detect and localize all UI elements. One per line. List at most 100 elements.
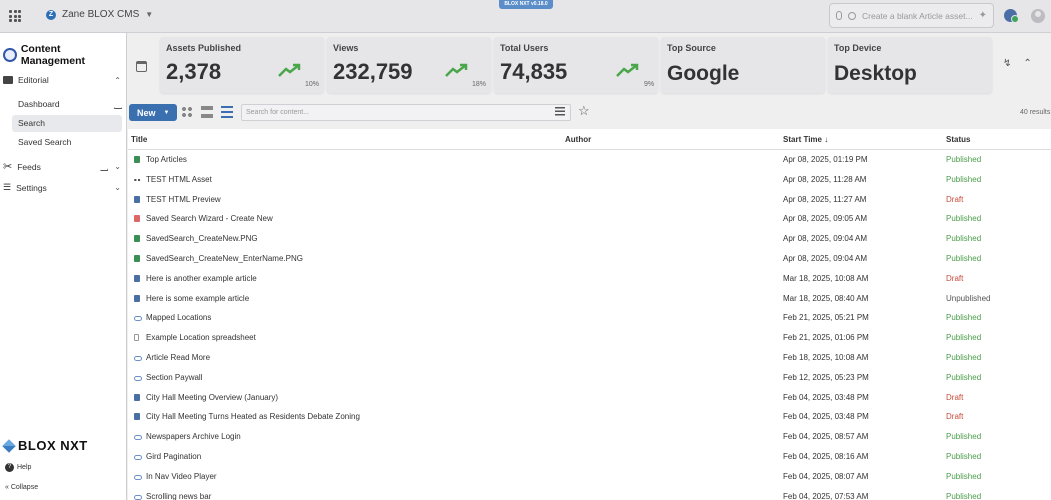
stat-card-top-device: Top Device Desktop bbox=[828, 37, 992, 93]
row-start-time: Apr 08, 2025, 09:04 AM bbox=[783, 253, 868, 263]
sparkle-icon[interactable]: ✦ bbox=[979, 10, 987, 21]
help-icon: ? bbox=[5, 463, 14, 472]
row-title[interactable]: Example Location spreadsheet bbox=[146, 333, 256, 342]
row-status: Draft bbox=[946, 273, 964, 283]
user-avatar[interactable] bbox=[1031, 9, 1045, 23]
list-view-icon[interactable] bbox=[221, 106, 233, 118]
table-row[interactable]: Saved Search Wizard - Create New Apr 08, … bbox=[128, 209, 1051, 229]
row-status: Published bbox=[946, 333, 982, 343]
new-button[interactable]: New ▼ bbox=[129, 104, 177, 121]
column-header-author[interactable]: Author bbox=[565, 135, 591, 144]
row-start-time: Apr 08, 2025, 11:27 AM bbox=[783, 194, 867, 204]
sidebar-section-feeds[interactable]: ✂ Feeds ⌄ bbox=[3, 160, 121, 173]
row-title[interactable]: SavedSearch_CreateNew_EnterName.PNG bbox=[146, 254, 303, 263]
column-header-title[interactable]: Title bbox=[131, 135, 147, 144]
microphone-icon[interactable] bbox=[836, 11, 842, 20]
help-link[interactable]: ? Help bbox=[5, 463, 31, 472]
row-title[interactable]: TEST HTML Preview bbox=[146, 195, 221, 204]
collapse-label: Collapse bbox=[10, 484, 39, 491]
table-row[interactable]: Example Location spreadsheet Feb 21, 2025… bbox=[128, 328, 1051, 348]
stat-card-total-users: Total Users 74,835 9% bbox=[494, 37, 658, 93]
quick-create-search[interactable]: Create a blank Article asset... ✦ bbox=[829, 3, 994, 28]
content-management-logo-icon bbox=[3, 48, 17, 62]
grid-view-icon[interactable] bbox=[181, 106, 193, 118]
row-title[interactable]: TEST HTML Asset bbox=[146, 175, 212, 184]
site-switcher[interactable]: Z Zane BLOX CMS ▼ bbox=[46, 9, 153, 20]
feeds-icon: ✂ bbox=[3, 161, 13, 173]
table-row[interactable]: SavedSearch_CreateNew.PNG Apr 08, 2025, 0… bbox=[128, 229, 1051, 249]
article-icon bbox=[134, 274, 140, 282]
table-row[interactable]: Here is some example article Mar 18, 2025… bbox=[128, 289, 1051, 309]
row-title[interactable]: Top Articles bbox=[146, 155, 187, 164]
row-status: Draft bbox=[946, 194, 964, 204]
row-title[interactable]: Article Read More bbox=[146, 353, 210, 362]
table-row[interactable]: Section Paywall Feb 12, 2025, 05:23 PM Pub… bbox=[128, 368, 1051, 388]
table-row[interactable]: TEST HTML Asset Apr 08, 2025, 11:28 AM Pub… bbox=[128, 170, 1051, 190]
analytics-icon[interactable]: ↯ bbox=[1003, 58, 1011, 69]
column-header-status[interactable]: Status bbox=[946, 135, 970, 144]
trend-up-icon bbox=[278, 63, 301, 77]
table-row[interactable]: Here is another example article Mar 18, 2… bbox=[128, 269, 1051, 289]
star-icon[interactable]: ☆ bbox=[578, 103, 590, 119]
row-title[interactable]: In Nav Video Player bbox=[146, 472, 217, 481]
row-start-time: Apr 08, 2025, 01:19 PM bbox=[783, 155, 868, 164]
row-title[interactable]: Here is another example article bbox=[146, 274, 257, 283]
row-title[interactable]: Mapped Locations bbox=[146, 313, 211, 322]
table-row[interactable]: City Hall Meeting Turns Heated as Reside… bbox=[128, 407, 1051, 427]
table-row[interactable]: Mapped Locations Feb 21, 2025, 05:21 PM Pu… bbox=[128, 308, 1051, 328]
row-title[interactable]: Section Paywall bbox=[146, 373, 202, 382]
table-row[interactable]: Scrolling news bar Feb 04, 2025, 07:53 AM… bbox=[128, 487, 1051, 500]
image-icon bbox=[134, 156, 140, 163]
card-view-icon[interactable] bbox=[201, 106, 213, 118]
filter-sliders-icon[interactable] bbox=[555, 107, 565, 116]
article-icon bbox=[134, 393, 140, 401]
sidebar-item-label: Saved Search bbox=[18, 137, 72, 147]
row-status: Unpublished bbox=[946, 293, 991, 303]
table-row[interactable]: In Nav Video Player Feb 04, 2025, 08:07 A… bbox=[128, 467, 1051, 487]
sidebar-item-label: Dashboard bbox=[18, 99, 60, 109]
row-status: Published bbox=[946, 234, 982, 244]
apps-grid-icon[interactable] bbox=[9, 10, 21, 22]
row-title[interactable]: City Hall Meeting Turns Heated as Reside… bbox=[146, 412, 360, 421]
table-row[interactable]: TEST HTML Preview Apr 08, 2025, 11:27 AM D… bbox=[128, 190, 1051, 210]
caret-down-icon: ▼ bbox=[163, 109, 170, 116]
sidebar-header: Content Management bbox=[3, 43, 126, 67]
table-row[interactable]: SavedSearch_CreateNew_EnterName.PNG Apr 0… bbox=[128, 249, 1051, 269]
row-title[interactable]: Saved Search Wizard - Create New bbox=[146, 214, 273, 223]
row-title[interactable]: Scrolling news bar bbox=[146, 492, 211, 500]
sidebar-section-settings[interactable]: ☰ Settings ⌄ bbox=[3, 182, 121, 193]
sidebar-section-editorial[interactable]: Editorial ⌃ bbox=[3, 75, 121, 85]
chevron-down-icon: ▼ bbox=[145, 10, 154, 19]
sidebar-section-label: Feeds bbox=[17, 161, 41, 172]
flask-icon bbox=[100, 162, 109, 171]
table-row[interactable]: Gird Pagination Feb 04, 2025, 08:16 AM Pub… bbox=[128, 447, 1051, 467]
link-icon bbox=[134, 316, 142, 322]
row-title[interactable]: City Hall Meeting Overview (January) bbox=[146, 393, 278, 402]
sidebar-item-dashboard[interactable]: Dashboard bbox=[12, 96, 122, 113]
sidebar-item-search[interactable]: Search bbox=[12, 115, 122, 132]
stat-value: 2,378 bbox=[166, 59, 222, 84]
article-icon bbox=[134, 195, 140, 203]
row-title[interactable]: SavedSearch_CreateNew.PNG bbox=[146, 234, 258, 243]
table-row[interactable]: Top Articles Apr 08, 2025, 01:19 PM Publis… bbox=[128, 150, 1051, 170]
table-row[interactable]: Newspapers Archive Login Feb 04, 2025, 08… bbox=[128, 427, 1051, 447]
notifications-icon[interactable] bbox=[1004, 9, 1019, 23]
row-title[interactable]: Gird Pagination bbox=[146, 452, 201, 461]
table-row[interactable]: City Hall Meeting Overview (January) Feb … bbox=[128, 388, 1051, 408]
stat-card-assets-published: Assets Published 2,378 10% bbox=[160, 37, 324, 93]
stat-value: 74,835 bbox=[500, 59, 568, 84]
row-start-time: Apr 08, 2025, 09:05 AM bbox=[783, 214, 868, 224]
row-title[interactable]: Newspapers Archive Login bbox=[146, 432, 241, 441]
image-icon bbox=[134, 254, 140, 262]
date-range-button[interactable] bbox=[131, 40, 151, 92]
row-status: Published bbox=[946, 214, 982, 224]
column-header-start-time[interactable]: Start Time ↓ bbox=[783, 135, 828, 144]
table-row[interactable]: Article Read More Feb 18, 2025, 10:08 AM P… bbox=[128, 348, 1051, 368]
sidebar-item-saved-search[interactable]: Saved Search bbox=[12, 134, 122, 151]
row-start-time: Mar 18, 2025, 10:08 AM bbox=[783, 273, 869, 283]
content-search-input[interactable]: Search for content... bbox=[241, 104, 571, 121]
collapse-button[interactable]: « Collapse bbox=[5, 484, 38, 491]
chevron-up-icon[interactable]: ⌃ bbox=[1023, 58, 1031, 69]
row-title[interactable]: Here is some example article bbox=[146, 294, 249, 303]
row-start-time: Feb 18, 2025, 10:08 AM bbox=[783, 352, 869, 362]
